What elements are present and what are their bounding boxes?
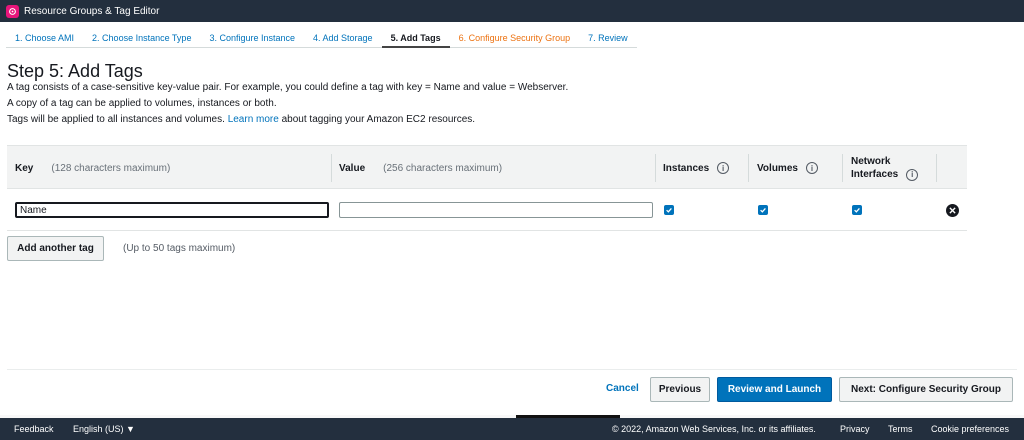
review-and-launch-button[interactable]: Review and Launch — [717, 377, 832, 402]
description-line-1: A tag consists of a case-sensitive key-v… — [7, 82, 569, 93]
column-instances-label: Instances — [663, 162, 710, 174]
description-line-3: Tags will be applied to all instances an… — [7, 114, 475, 125]
add-tag-hint: (Up to 50 tags maximum) — [123, 243, 236, 254]
tab-add-tags[interactable]: 5. Add Tags — [381, 28, 450, 48]
page-footer: Feedback English (US) ▼ © 2022, Amazon W… — [0, 418, 1024, 440]
tag-value-input[interactable] — [339, 202, 653, 218]
table-row — [7, 190, 967, 231]
language-selector[interactable]: English (US) ▼ — [73, 424, 135, 434]
tab-choose-instance-type[interactable]: 2. Choose Instance Type — [83, 28, 201, 48]
column-network-interfaces: Network Interfaces i — [851, 146, 919, 190]
info-icon[interactable]: i — [717, 162, 730, 174]
tags-table-header: Key (128 characters maximum) Value (256 … — [7, 145, 967, 189]
column-network-label-1: Network — [851, 156, 891, 167]
wizard-steps: 1. Choose AMI 2. Choose Instance Type 3.… — [6, 28, 637, 48]
column-network-label-2: Interfaces — [851, 169, 899, 180]
volumes-checkbox[interactable] — [758, 205, 768, 215]
column-value-label: Value — [339, 162, 366, 174]
info-icon[interactable]: i — [906, 168, 919, 181]
column-volumes-label: Volumes — [757, 162, 798, 174]
network-interfaces-checkbox[interactable] — [852, 205, 862, 215]
column-divider — [331, 154, 332, 182]
tab-review[interactable]: 7. Review — [579, 28, 637, 48]
column-key: Key (128 characters maximum) — [15, 146, 170, 190]
add-another-tag-button[interactable]: Add another tag — [7, 236, 104, 261]
column-value-hint: (256 characters maximum) — [383, 162, 503, 174]
column-divider — [748, 154, 749, 182]
cookie-preferences-link[interactable]: Cookie preferences — [931, 424, 1009, 434]
page-title: Step 5: Add Tags — [7, 61, 143, 81]
column-key-label: Key — [15, 162, 34, 174]
divider — [7, 369, 1017, 370]
column-divider — [842, 154, 843, 182]
previous-button[interactable]: Previous — [650, 377, 710, 402]
tab-add-storage[interactable]: 4. Add Storage — [304, 28, 382, 48]
learn-more-link[interactable]: Learn more — [228, 114, 279, 125]
tab-configure-instance[interactable]: 3. Configure Instance — [200, 28, 305, 48]
cancel-link[interactable]: Cancel — [606, 383, 639, 394]
column-instances: Instances i — [663, 146, 730, 190]
info-icon[interactable]: i — [805, 162, 818, 174]
tag-key-input[interactable] — [15, 202, 329, 218]
column-key-hint: (128 characters maximum) — [51, 162, 171, 174]
instances-checkbox[interactable] — [664, 205, 674, 215]
app-title[interactable]: Resource Groups & Tag Editor — [24, 6, 159, 17]
column-value: Value (256 characters maximum) — [339, 146, 502, 190]
description-text: Tags will be applied to all instances an… — [7, 114, 225, 125]
next-configure-security-group-button[interactable]: Next: Configure Security Group — [839, 377, 1013, 402]
privacy-link[interactable]: Privacy — [840, 424, 870, 434]
remove-tag-icon[interactable] — [946, 204, 959, 217]
description-text-end: about tagging your Amazon EC2 resources. — [281, 114, 476, 125]
column-divider — [655, 154, 656, 182]
tab-choose-ami[interactable]: 1. Choose AMI — [6, 28, 84, 48]
resource-groups-icon — [6, 4, 19, 18]
copyright-text: © 2022, Amazon Web Services, Inc. or its… — [612, 424, 816, 434]
top-bar: Resource Groups & Tag Editor — [0, 0, 1024, 22]
column-volumes: Volumes i — [757, 146, 818, 190]
feedback-link[interactable]: Feedback — [14, 424, 54, 434]
tab-configure-security-group[interactable]: 6. Configure Security Group — [449, 28, 580, 48]
column-divider — [936, 154, 937, 182]
terms-link[interactable]: Terms — [888, 424, 913, 434]
description-line-2: A copy of a tag can be applied to volume… — [7, 98, 277, 109]
